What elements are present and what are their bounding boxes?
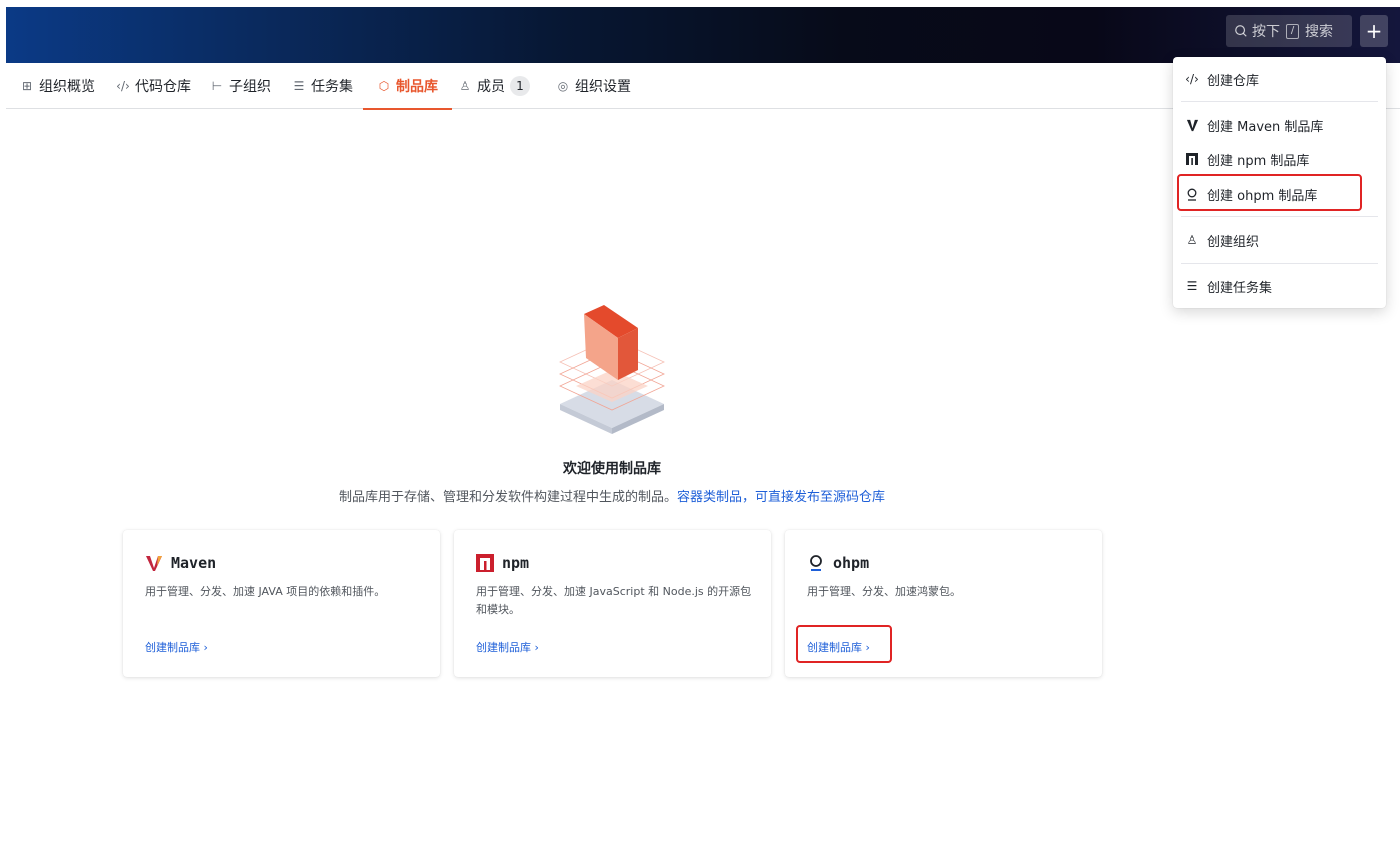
tab-artifacts[interactable]: ⬡ 制品库 (363, 63, 452, 110)
slash-key: / (1286, 23, 1299, 39)
welcome-desc-text: 制品库用于存储、管理和分发软件构建过程中生成的制品。 (338, 490, 677, 505)
add-button[interactable]: + (1360, 15, 1388, 47)
search-suffix: 搜索 (1305, 24, 1333, 40)
member-count-badge: 1 (510, 76, 530, 96)
npm-card: npm 用于管理、分发、加速 JavaScript 和 Node.js 的开源包… (454, 530, 771, 677)
create-dropdown-menu: ‹/› 创建仓库 创建 Maven 制品库 创建 npm 制品库 创建 ohpm… (1173, 57, 1386, 308)
menu-item-create-maven[interactable]: 创建 Maven 制品库 (1173, 110, 1386, 140)
menu-item-create-task-set[interactable]: ☰ 创建任务集 (1173, 271, 1386, 301)
menu-divider (1181, 263, 1378, 264)
tab-label: 代码仓库 (135, 79, 191, 95)
menu-item-create-repo[interactable]: ‹/› 创建仓库 (1173, 64, 1386, 94)
menu-item-create-org[interactable]: ♙ 创建组织 (1173, 225, 1386, 255)
card-title: Maven (171, 554, 217, 572)
tab-task-sets[interactable]: ☰ 任务集 (292, 63, 353, 109)
card-header: Maven (145, 552, 216, 574)
maven-card: Maven 用于管理、分发、加速 JAVA 项目的依赖和插件。 创建制品库 › (123, 530, 440, 677)
menu-item-label: 创建 ohpm 制品库 (1207, 188, 1318, 204)
npm-icon (1185, 153, 1199, 165)
card-header: npm (476, 552, 529, 574)
tab-label: 组织设置 (575, 79, 631, 95)
tab-overview[interactable]: ⊞ 组织概览 (20, 63, 95, 109)
create-ohpm-repo-link[interactable]: 创建制品库 › (807, 639, 870, 655)
tab-label: 任务集 (311, 79, 353, 95)
ohpm-icon (1185, 188, 1199, 201)
grid-icon: ⊞ (21, 79, 33, 93)
tab-label: 组织概览 (39, 79, 95, 95)
menu-item-label: 创建仓库 (1207, 73, 1260, 89)
tree-icon: ⊢ (211, 79, 223, 93)
menu-item-label: 创建任务集 (1207, 280, 1273, 296)
tab-label: 成员 (477, 79, 505, 95)
code-icon: ‹/› (116, 79, 130, 93)
artifact-repo-illustration (559, 305, 665, 434)
search-box[interactable]: 按下 / 搜索 (1226, 15, 1352, 47)
tab-org-settings[interactable]: ◎ 组织设置 (556, 63, 631, 109)
users-icon: ♙ (459, 79, 471, 93)
create-maven-repo-link[interactable]: 创建制品库 › (145, 639, 208, 655)
ohpm-icon (807, 554, 825, 572)
menu-item-label: 创建组织 (1207, 234, 1260, 250)
top-bar: 按下 / 搜索 + (6, 7, 1400, 63)
card-description: 用于管理、分发、加速 JavaScript 和 Node.js 的开源包和模块。 (476, 585, 752, 616)
settings-icon: ◎ (557, 79, 569, 93)
menu-item-create-npm[interactable]: 创建 npm 制品库 (1173, 144, 1386, 174)
menu-divider (1181, 101, 1378, 102)
code-icon: ‹/› (1185, 72, 1199, 86)
npm-icon (476, 554, 494, 572)
search-icon (1235, 25, 1247, 37)
container-artifacts-link[interactable]: 容器类制品，可直接发布至源码仓库 (677, 490, 885, 505)
tab-label: 子组织 (229, 79, 271, 95)
maven-icon (145, 554, 163, 572)
card-description: 用于管理、分发、加速 JAVA 项目的依赖和插件。 (145, 585, 386, 598)
card-title: ohpm (833, 554, 870, 572)
tab-sub-orgs[interactable]: ⊢ 子组织 (210, 63, 271, 109)
cube-icon: ⬡ (378, 79, 390, 93)
tab-code-repos[interactable]: ‹/› 代码仓库 (116, 63, 191, 109)
left-strip (0, 0, 6, 859)
card-description: 用于管理、分发、加速鸿蒙包。 (807, 585, 961, 598)
list-icon: ☰ (1186, 279, 1198, 293)
list-icon: ☰ (293, 79, 305, 93)
tab-label: 制品库 (396, 79, 438, 95)
maven-icon (1185, 119, 1199, 132)
welcome-title: 欢迎使用制品库 (563, 461, 661, 477)
welcome-description: 制品库用于存储、管理和分发软件构建过程中生成的制品。容器类制品，可直接发布至源码… (0, 486, 1224, 505)
card-title: npm (502, 554, 530, 572)
page: 按下 / 搜索 + ⊞ 组织概览 ‹/› 代码仓库 ⊢ 子组织 ☰ 任务集 ⬡ … (0, 0, 1400, 859)
menu-item-label: 创建 Maven 制品库 (1207, 119, 1324, 135)
menu-item-create-ohpm[interactable]: 创建 ohpm 制品库 (1173, 179, 1386, 209)
card-header: ohpm (807, 552, 869, 574)
tab-members[interactable]: ♙ 成员 1 (458, 63, 530, 109)
ohpm-card: ohpm 用于管理、分发、加速鸿蒙包。 创建制品库 › (785, 530, 1102, 677)
users-icon: ♙ (1186, 233, 1198, 247)
menu-divider (1181, 216, 1378, 217)
create-npm-repo-link[interactable]: 创建制品库 › (476, 639, 539, 655)
menu-item-label: 创建 npm 制品库 (1207, 153, 1310, 169)
search-prefix: 按下 (1252, 24, 1280, 40)
